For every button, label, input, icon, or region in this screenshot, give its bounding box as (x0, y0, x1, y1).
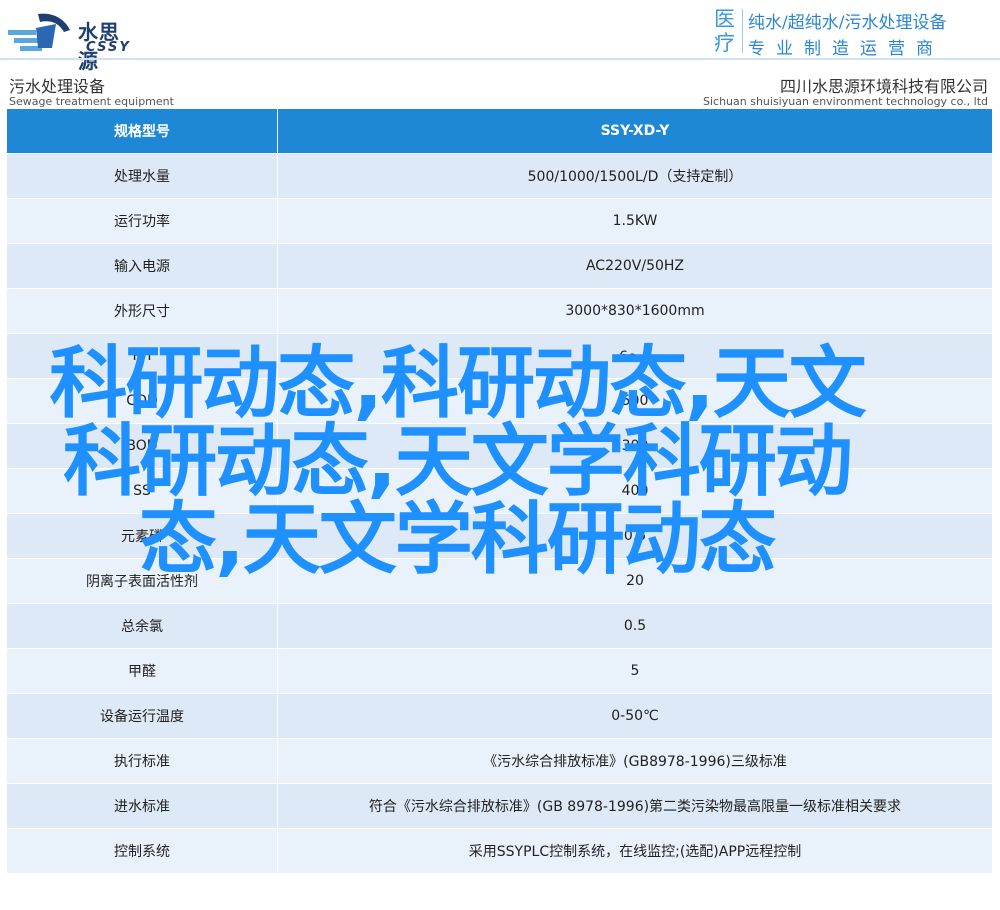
table-row: SS 400 (7, 469, 992, 514)
product-category-en: Sewage treatment equipment (9, 95, 174, 108)
row-value: 0-50℃ (611, 708, 659, 724)
slogan-medical: 医疗 (714, 7, 735, 55)
table-row: 设备运行温度 0-50℃ (7, 694, 992, 739)
spec-table: 规格型号 SSY-XD-Y 处理水量 500/1000/1500L/D（支持定制）… (7, 109, 992, 874)
row-value: 500/1000/1500L/D（支持定制） (527, 169, 743, 185)
table-row: BOD 300 (7, 424, 992, 469)
table-row: 总余氯 0.5 (7, 604, 992, 649)
table-row: 控制系统 采用SSYPLC控制系统，在线监控;(选配)APP远程控制 (7, 829, 992, 874)
row-value: 400 (621, 483, 649, 499)
company-name-cn: 四川水思源环境科技有限公司 (779, 77, 988, 96)
row-label: 阴离子表面活性剂 (7, 559, 278, 603)
table-row: 阴离子表面活性剂 20 (7, 559, 992, 604)
table-row: 处理水量 500/1000/1500L/D（支持定制） (7, 154, 992, 199)
row-label: 进水标准 (7, 784, 278, 828)
row-label: 外形尺寸 (7, 289, 278, 333)
row-value: 3000*830*1600mm (565, 303, 705, 319)
table-row: COD 500 (7, 379, 992, 424)
row-value: AC220V/50HZ (585, 258, 685, 274)
table-header-row: 规格型号 SSY-XD-Y (7, 109, 992, 154)
row-value: 《污水综合排放标准》(GB8978-1996)三级标准 (483, 754, 787, 770)
header-slogan: 医疗 纯水/超纯水/污水处理设备 专业制造运营商 (714, 5, 994, 59)
table-row: 运行功率 1.5KW (7, 199, 992, 244)
row-value: 300 (621, 438, 649, 454)
slogan-line-2: 专业制造运营商 (748, 39, 944, 59)
slogan-divider (742, 9, 743, 53)
company-logo[interactable]: 水思源 CSSY (8, 6, 138, 73)
row-label: 总余氯 (7, 604, 278, 648)
company-name-en: Sichuan shuisiyuan environment technolog… (702, 95, 988, 108)
row-label: 元素磷 (7, 514, 278, 558)
row-value: 6～9 (619, 349, 651, 365)
logo-text-en: CSSY (86, 40, 131, 55)
row-label: PH (7, 334, 278, 378)
row-value: 符合《污水综合排放标准》(GB 8978-1996)第二类污染物最高限量一级标准… (368, 799, 902, 815)
page-header: 水思源 CSSY 医疗 纯水/超纯水/污水处理设备 专业制造运营商 (0, 0, 1000, 73)
header-value: SSY-XD-Y (600, 123, 670, 139)
sub-header: 污水处理设备 Sewage treatment equipment 四川水思源环… (0, 62, 1000, 110)
row-label: 甲醛 (7, 649, 278, 693)
row-label: 执行标准 (7, 739, 278, 783)
row-label: 处理水量 (7, 154, 278, 198)
row-label: SS (7, 469, 278, 513)
table-row: PH 6～9 (7, 334, 992, 379)
table-row: 外形尺寸 3000*830*1600mm (7, 289, 992, 334)
slogan-line-1: 纯水/超纯水/污水处理设备 (748, 13, 947, 33)
product-category-cn: 污水处理设备 (9, 77, 106, 96)
row-value: 0.5 (623, 528, 647, 544)
row-label: 输入电源 (7, 244, 278, 288)
row-value: 500 (621, 393, 649, 409)
row-value: 0.5 (623, 618, 647, 634)
table-row: 执行标准 《污水综合排放标准》(GB8978-1996)三级标准 (7, 739, 992, 784)
row-label: COD (7, 379, 278, 423)
row-label: BOD (7, 424, 278, 468)
row-value: 20 (626, 573, 644, 589)
header-label: 规格型号 (7, 109, 278, 153)
row-value: 采用SSYPLC控制系统，在线监控;(选配)APP远程控制 (468, 844, 802, 860)
table-row: 甲醛 5 (7, 649, 992, 694)
table-row: 输入电源 AC220V/50HZ (7, 244, 992, 289)
table-row: 进水标准 符合《污水综合排放标准》(GB 8978-1996)第二类污染物最高限量… (7, 784, 992, 829)
logo-mark-icon (8, 13, 70, 51)
row-value: 5 (630, 663, 640, 679)
row-label: 设备运行温度 (7, 694, 278, 738)
table-row: 元素磷 0.5 (7, 514, 992, 559)
row-value: 1.5KW (612, 213, 658, 229)
row-label: 运行功率 (7, 199, 278, 243)
header-divider (0, 58, 1000, 60)
row-label: 控制系统 (7, 829, 278, 873)
